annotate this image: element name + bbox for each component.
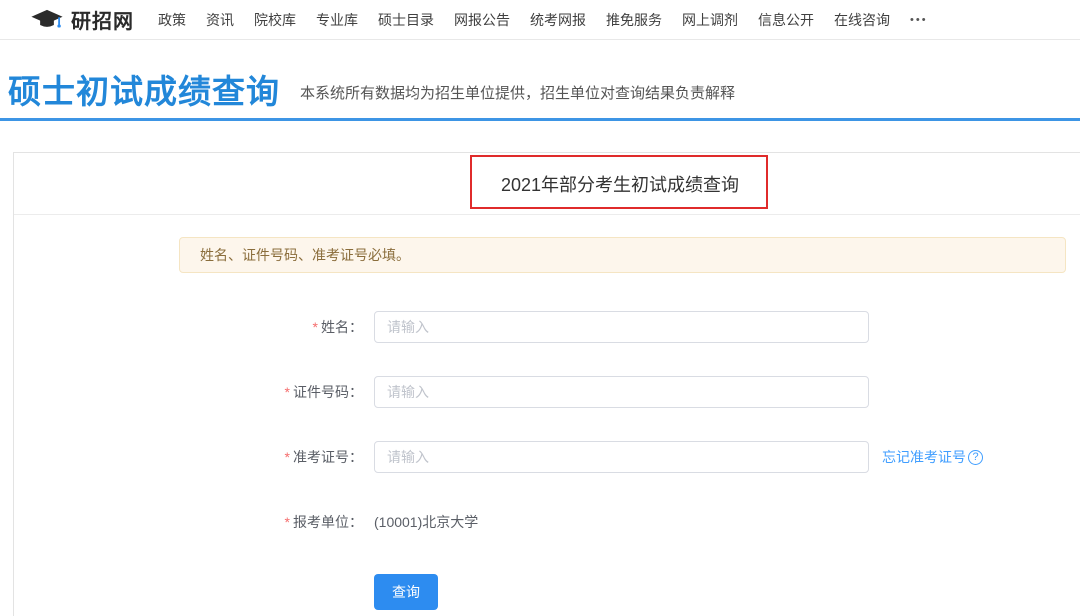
form-row-id-number: *证件号码： xyxy=(14,376,1080,408)
name-control xyxy=(374,311,869,343)
nav-item-info-disclosure[interactable]: 信息公开 xyxy=(758,10,814,30)
form-row-ticket-number: *准考证号： 忘记准考证号 ? xyxy=(14,441,1080,473)
score-query-card: 2021年部分考生初试成绩查询 姓名、证件号码、准考证号必填。 *姓名： *证件… xyxy=(13,152,1080,616)
institution-value: (10001)北京大学 xyxy=(374,512,478,532)
nav-item-master-catalog[interactable]: 硕士目录 xyxy=(378,10,434,30)
nav-links: 政策 资讯 院校库 专业库 硕士目录 网报公告 统考网报 推免服务 网上调剂 信… xyxy=(158,10,928,30)
nav-item-school-library[interactable]: 院校库 xyxy=(254,10,296,30)
name-input[interactable] xyxy=(374,311,869,343)
site-logo[interactable]: 研招网 xyxy=(30,5,134,34)
nav-item-unified-exam-report[interactable]: 统考网报 xyxy=(530,10,586,30)
form-row-name: *姓名： xyxy=(14,311,1080,343)
institution-label: *报考单位： xyxy=(14,512,363,532)
forgot-ticket-link-text: 忘记准考证号 xyxy=(882,447,966,467)
required-asterisk: * xyxy=(313,319,318,335)
nav-item-major-library[interactable]: 专业库 xyxy=(316,10,358,30)
card-header: 2021年部分考生初试成绩查询 xyxy=(14,153,1080,215)
query-submit-button[interactable]: 查询 xyxy=(374,574,438,610)
graduation-cap-icon xyxy=(30,9,64,31)
logo-text: 研招网 xyxy=(71,5,134,34)
required-asterisk: * xyxy=(285,384,290,400)
card-title: 2021年部分考生初试成绩查询 xyxy=(501,171,739,197)
forgot-ticket-link[interactable]: 忘记准考证号 ? xyxy=(882,447,983,467)
nav-item-online-report-notice[interactable]: 网报公告 xyxy=(454,10,510,30)
id-number-control xyxy=(374,376,869,408)
page-subtitle: 本系统所有数据均为招生单位提供，招生单位对查询结果负责解释 xyxy=(300,82,735,108)
nav-item-online-adjustment[interactable]: 网上调剂 xyxy=(682,10,738,30)
nav-more-ellipsis-icon[interactable]: ••• xyxy=(910,14,928,26)
nav-item-news[interactable]: 资讯 xyxy=(206,10,234,30)
nav-item-online-consult[interactable]: 在线咨询 xyxy=(834,10,890,30)
top-nav: 研招网 政策 资讯 院校库 专业库 硕士目录 网报公告 统考网报 推免服务 网上… xyxy=(0,0,1080,40)
blue-divider xyxy=(0,118,1080,121)
page-header: 硕士初试成绩查询 本系统所有数据均为招生单位提供，招生单位对查询结果负责解释 xyxy=(0,40,1080,118)
nav-item-exempt-service[interactable]: 推免服务 xyxy=(606,10,662,30)
required-fields-notice: 姓名、证件号码、准考证号必填。 xyxy=(179,237,1066,273)
ticket-number-label: *准考证号： xyxy=(14,447,363,467)
id-number-input[interactable] xyxy=(374,376,869,408)
id-number-label-text: 证件号码： xyxy=(293,384,363,400)
name-label: *姓名： xyxy=(14,317,363,337)
form-row-institution: *报考单位： (10001)北京大学 xyxy=(14,506,1080,538)
name-label-text: 姓名： xyxy=(321,319,363,335)
page-title: 硕士初试成绩查询 xyxy=(8,75,280,108)
ticket-number-control: 忘记准考证号 ? xyxy=(374,441,983,473)
notice-text: 姓名、证件号码、准考证号必填。 xyxy=(200,245,410,265)
institution-label-text: 报考单位： xyxy=(293,514,363,530)
institution-control: (10001)北京大学 xyxy=(374,512,478,532)
required-asterisk: * xyxy=(285,449,290,465)
page: 研招网 政策 资讯 院校库 专业库 硕士目录 网报公告 统考网报 推免服务 网上… xyxy=(0,0,1080,616)
required-asterisk: * xyxy=(285,514,290,530)
question-mark-icon: ? xyxy=(968,450,983,465)
nav-item-policy[interactable]: 政策 xyxy=(158,10,186,30)
id-number-label: *证件号码： xyxy=(14,382,363,402)
ticket-number-label-text: 准考证号： xyxy=(293,449,363,465)
ticket-number-input[interactable] xyxy=(374,441,869,473)
